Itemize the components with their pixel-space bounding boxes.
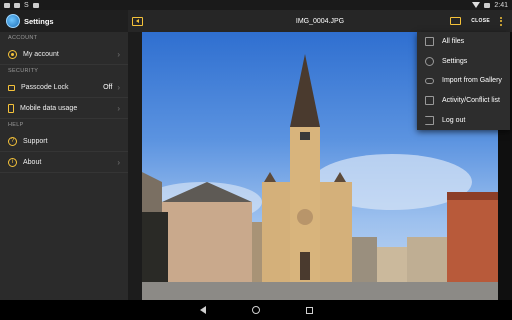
sidebar-item-label: Mobile data usage — [20, 104, 78, 112]
download-icon — [32, 2, 39, 8]
sidebar-title: Settings — [24, 16, 54, 26]
settings-sidebar: Settings ACCOUNT My account › SECURITY P… — [0, 10, 128, 300]
section-label-security: SECURITY — [8, 68, 39, 74]
menu-item-label: Log out — [442, 116, 466, 124]
recent-apps-icon[interactable] — [305, 306, 313, 314]
sidebar-item-mobile-data-usage[interactable]: Mobile data usage › — [0, 98, 128, 119]
battery-icon — [484, 2, 491, 8]
list-icon — [425, 96, 434, 106]
sidebar-item-about[interactable]: i About › — [0, 152, 128, 173]
pane-divider[interactable] — [128, 10, 142, 300]
menu-item-label: Settings — [442, 57, 468, 65]
chevron-right-icon: › — [117, 103, 120, 113]
question-icon: ? — [8, 136, 17, 146]
passcode-lock-value: Off — [103, 83, 113, 91]
status-bar: S 2:41 — [0, 0, 512, 10]
menu-item-label: Activity/Conflict list — [442, 97, 500, 105]
user-icon — [8, 49, 17, 59]
logout-icon — [425, 115, 434, 125]
chevron-right-icon: › — [117, 82, 120, 92]
chevron-right-icon: › — [117, 157, 120, 167]
app-logo-icon[interactable] — [6, 14, 20, 28]
home-icon[interactable] — [251, 306, 260, 314]
sidebar-item-label: My account — [23, 50, 59, 58]
collapse-sidebar-icon[interactable] — [132, 16, 143, 26]
back-icon[interactable] — [199, 306, 206, 314]
sidebar-item-passcode-lock[interactable]: Passcode Lock Off › — [0, 77, 128, 98]
menu-item-label: All files — [442, 38, 465, 46]
menu-item-all-files[interactable]: All files — [417, 32, 510, 52]
cloud-notification-icon — [14, 2, 20, 8]
menu-item-settings[interactable]: Settings — [417, 52, 510, 72]
more-options-icon[interactable] — [500, 16, 502, 26]
menu-item-log-out[interactable]: Log out — [417, 110, 510, 130]
status-indicator: S — [24, 1, 29, 9]
gear-icon — [425, 56, 434, 66]
sidebar-item-my-account[interactable]: My account › — [0, 44, 128, 65]
folder-icon[interactable] — [450, 17, 462, 25]
overflow-menu: All files Settings Import from Gallery A… — [417, 32, 510, 130]
menu-item-import-from-gallery[interactable]: Import from Gallery — [417, 71, 510, 91]
sidebar-header: Settings — [0, 10, 128, 32]
system-nav-bar — [0, 300, 512, 320]
menu-item-activity-conflict-list[interactable]: Activity/Conflict list — [417, 91, 510, 111]
sidebar-item-support[interactable]: ? Support — [0, 131, 128, 152]
files-icon — [425, 37, 434, 47]
sidebar-item-label: Support — [23, 137, 48, 145]
info-icon: i — [8, 157, 17, 167]
notification-icon — [4, 2, 10, 8]
cloud-icon — [425, 77, 434, 84]
chevron-right-icon: › — [117, 49, 120, 59]
viewer-toolbar: IMG_0004.JPG CLOSE — [128, 10, 512, 32]
status-time: 2:41 — [494, 1, 508, 9]
phone-icon — [8, 103, 14, 113]
section-label-help: HELP — [8, 122, 24, 128]
sidebar-item-label: About — [23, 158, 42, 166]
menu-item-label: Import from Gallery — [442, 77, 502, 85]
lock-icon — [8, 85, 15, 91]
close-button[interactable]: CLOSE — [471, 18, 490, 24]
wifi-icon — [472, 2, 481, 8]
section-label-account: ACCOUNT — [8, 35, 38, 41]
sidebar-item-label: Passcode Lock — [21, 83, 69, 91]
